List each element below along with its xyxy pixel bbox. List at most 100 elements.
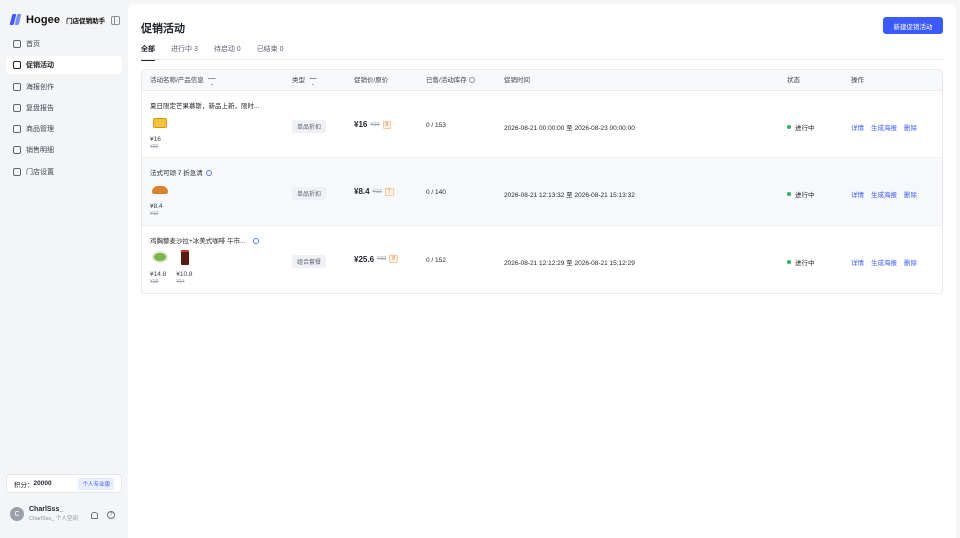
price-now: ¥25.6: [354, 254, 375, 264]
column-label: 活动名称/产品信息: [150, 77, 204, 84]
sidebar-item-label: 商品管理: [26, 126, 54, 134]
help-icon[interactable]: ?: [107, 511, 115, 519]
delete-link[interactable]: 删除: [904, 122, 917, 132]
generate-poster-link[interactable]: 生成海报: [871, 189, 897, 199]
brand-name: Hogee: [26, 14, 61, 26]
brand[interactable]: Hogee 门店促销助手: [9, 14, 106, 26]
status-badge: 进行中: [787, 122, 815, 132]
column-header-sold: 已售/活动库存: [426, 70, 475, 91]
filter-icon[interactable]: [208, 79, 214, 83]
sidebar-item-products[interactable]: 商品管理: [6, 120, 122, 138]
promo-price: ¥16 ¥20 8: [354, 120, 392, 129]
document-icon: [13, 146, 21, 155]
points-value: 20000: [33, 480, 52, 487]
product-original-price: ¥18: [150, 278, 159, 285]
table-row[interactable]: 鸡胸藜麦沙拉+冰美式咖啡 午市... ¥14.8 ¥18 ¥10.8 ¥14 组…: [142, 226, 942, 293]
points-label: 积分：: [14, 481, 34, 489]
promotion-name[interactable]: 夏日限定芒果慕斯，新品上新，限时...: [150, 100, 280, 110]
type-badge: 单品折扣: [292, 187, 327, 201]
status-label: 进行中: [795, 259, 815, 267]
product-prices: ¥8.4 ¥12: [150, 203, 163, 217]
sidebar-item-label: 海报创作: [26, 83, 54, 91]
tab-pending[interactable]: 待启动 0: [214, 44, 241, 60]
bag-icon: [13, 125, 21, 134]
home-icon: [13, 40, 21, 48]
sidebar-collapse-icon[interactable]: [111, 16, 120, 25]
generate-poster-link[interactable]: 生成海报: [871, 122, 897, 132]
product-image-croissant: [150, 180, 169, 199]
sidebar-item-home[interactable]: 首页: [6, 35, 122, 53]
sidebar-item-store-settings[interactable]: 门店设置: [6, 163, 122, 181]
column-header-name: 活动名称/产品信息: [150, 70, 214, 91]
table-row[interactable]: 法式可颂 7 折急清 ¥8.4 ¥12 单品折扣 ¥8.4 ¥12 7 0 / …: [142, 158, 942, 226]
sidebar-item-label: 促销活动: [26, 62, 54, 70]
new-promotion-button[interactable]: 新建促销活动: [883, 17, 943, 34]
delete-link[interactable]: 删除: [904, 189, 917, 199]
price-original: ¥32: [377, 256, 387, 263]
link-icon[interactable]: [205, 170, 212, 177]
product-original-price: ¥20: [150, 144, 159, 150]
price-original: ¥20: [370, 121, 380, 128]
detail-link[interactable]: 详情: [851, 189, 864, 199]
tab-all[interactable]: 全部: [141, 44, 155, 61]
promotions-table: 活动名称/产品信息 类型 促销价/原价 已售/活动库存 促销时间 状态 操作 夏…: [141, 69, 943, 294]
sold-stock: 0 / 153: [426, 122, 446, 129]
status-badge: 进行中: [787, 257, 815, 267]
price-now: ¥16: [354, 120, 368, 129]
hogee-logo-icon: [9, 14, 22, 26]
info-icon[interactable]: [468, 77, 475, 83]
promo-period: 2026-08-21 00:00:00 至 2026-08-23 00:00:0…: [504, 125, 635, 132]
sold-stock: 0 / 152: [426, 256, 446, 264]
detail-link[interactable]: 详情: [851, 257, 864, 267]
detail-link[interactable]: 详情: [851, 122, 864, 132]
discount-badge: 8: [382, 120, 392, 129]
status-badge: 进行中: [787, 189, 815, 199]
column-header-type: 类型: [292, 70, 315, 91]
product-original-price: ¥12: [150, 211, 159, 218]
sidebar-item-reports[interactable]: 复盘报告: [6, 99, 122, 117]
image-icon: [13, 82, 21, 91]
tab-ongoing[interactable]: 进行中 3: [171, 44, 198, 60]
generate-poster-link[interactable]: 生成海报: [871, 257, 897, 267]
filter-icon[interactable]: [309, 79, 315, 83]
column-header-period: 促销时间: [504, 77, 530, 84]
link-icon[interactable]: [252, 237, 259, 244]
type-badge: 单品折扣: [292, 120, 327, 133]
product-image-mango-mousse: [150, 113, 169, 132]
product-price: ¥14.8: [150, 270, 167, 278]
bell-icon[interactable]: [91, 512, 98, 519]
promotion-name-text: 法式可颂 7 折急清: [150, 170, 203, 178]
product-prices: ¥14.8 ¥18 ¥10.8 ¥14: [150, 271, 193, 285]
product-image-iced-americano: [175, 248, 194, 267]
sidebar: Hogee 门店促销助手 首页 促销活动 海报创作 复盘报告 商品管理 销售明细: [0, 0, 128, 538]
sidebar-item-posters[interactable]: 海报创作: [6, 78, 122, 96]
promotion-name[interactable]: 法式可颂 7 折急清: [150, 167, 280, 177]
sidebar-item-label: 销售明细: [26, 147, 54, 155]
table-row[interactable]: 夏日限定芒果慕斯，新品上新，限时... ¥16 ¥20 单品折扣 ¥16 ¥20…: [142, 91, 942, 159]
product-thumbs: [150, 248, 194, 267]
delete-link[interactable]: 删除: [904, 257, 917, 267]
status-label: 进行中: [795, 192, 815, 200]
discount-badge: 8: [389, 255, 398, 264]
points-card[interactable]: 积分： 20000 个人专业版: [6, 474, 122, 493]
user-profile[interactable]: C CharlSss_ CharlSss_ 个人空间: [10, 506, 78, 522]
sidebar-nav: 首页 促销活动 海报创作 复盘报告 商品管理 销售明细 门店设置: [6, 35, 122, 184]
brand-subtitle: 门店促销助手: [66, 18, 106, 25]
sidebar-item-sales[interactable]: 销售明细: [6, 141, 122, 159]
sidebar-item-promotions[interactable]: 促销活动: [6, 56, 122, 75]
page-title: 促销活动: [141, 23, 185, 35]
row-actions: 详情 生成海报 删除: [851, 122, 917, 132]
sidebar-item-label: 首页: [26, 41, 40, 48]
tab-ended[interactable]: 已结束 0: [257, 44, 284, 60]
promo-price: ¥25.6 ¥32 8: [354, 255, 398, 264]
product-image-salad: [150, 248, 169, 267]
promo-period: 2026-08-21 12:13:32 至 2026-08-21 15:13:3…: [504, 192, 635, 200]
status-dot-icon: [787, 259, 791, 264]
promotion-name-text: 鸡胸藜麦沙拉+冰美式咖啡 午市...: [150, 237, 246, 245]
promo-period: 2026-08-21 12:12:29 至 2026-08-21 15:12:2…: [504, 259, 635, 267]
column-header-status: 状态: [787, 77, 800, 84]
promotion-name[interactable]: 鸡胸藜麦沙拉+冰美式咖啡 午市...: [150, 235, 280, 245]
product-thumbs: [150, 113, 169, 132]
main-panel: 促销活动 新建促销活动 全部 进行中 3 待启动 0 已结束 0 活动名称/产品…: [128, 4, 956, 538]
table-header: 活动名称/产品信息 类型 促销价/原价 已售/活动库存 促销时间 状态 操作: [142, 70, 942, 91]
